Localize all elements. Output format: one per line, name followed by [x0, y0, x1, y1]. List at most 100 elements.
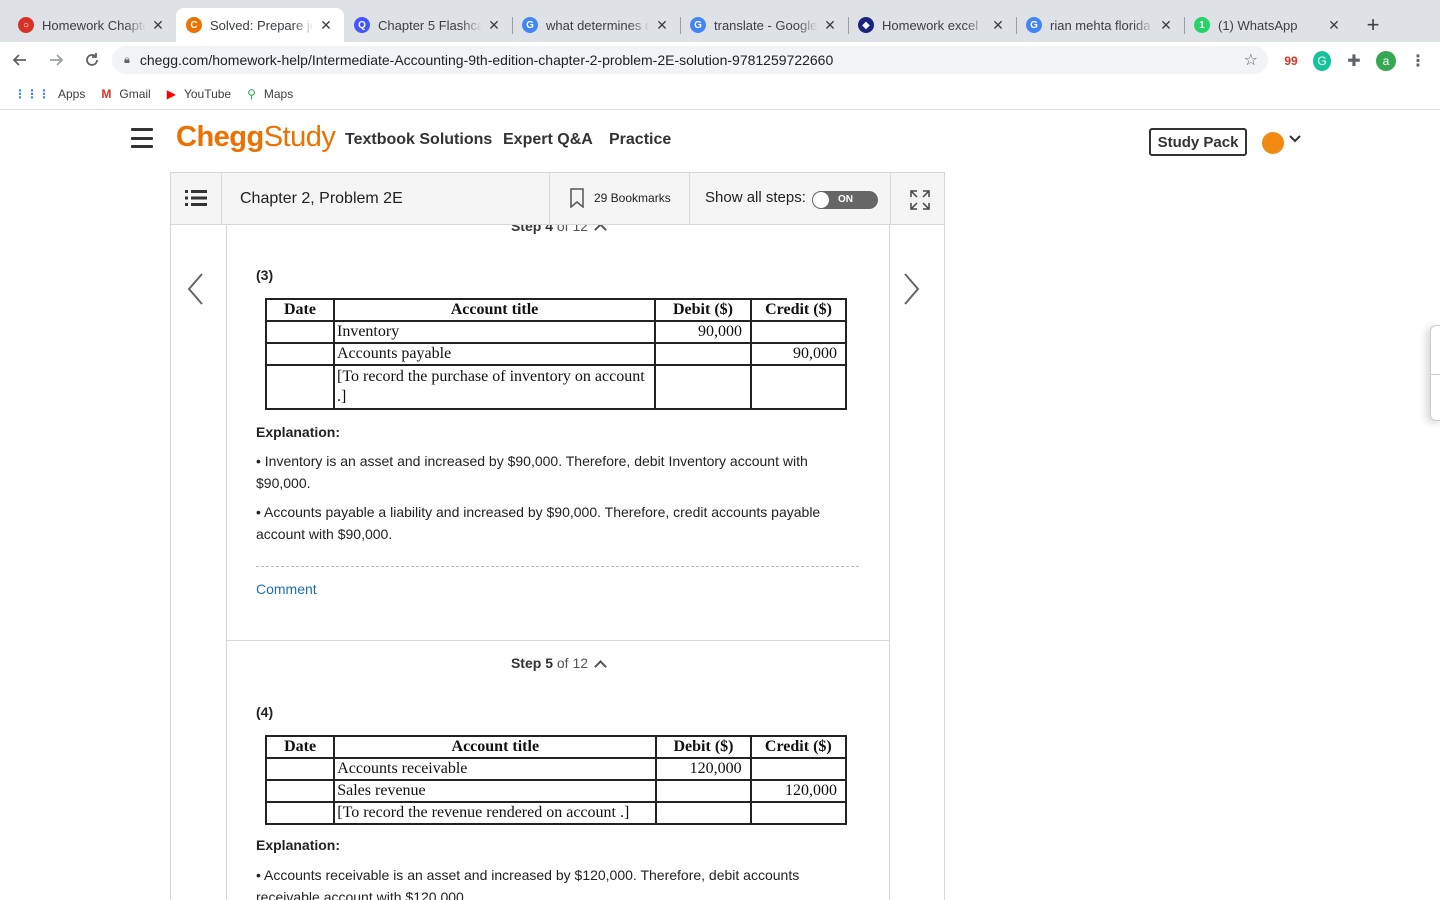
browser-tab[interactable]: Q Chapter 5 Flashcards✕ — [344, 8, 512, 42]
bookmark-apps[interactable]: ⋮⋮⋮ Apps — [14, 87, 85, 101]
tab-close-icon[interactable]: ✕ — [1326, 17, 1342, 34]
tab-close-icon[interactable]: ✕ — [654, 17, 670, 34]
tab-close-icon[interactable]: ✕ — [318, 17, 334, 34]
explanation-bullet: • Inventory is an asset and increased by… — [256, 453, 808, 491]
tab-title: rian mehta florida — [1050, 17, 1151, 33]
tab-close-icon[interactable]: ✕ — [822, 17, 838, 34]
previous-step-arrow-icon[interactable] — [186, 272, 206, 306]
step-4-header[interactable]: Step 4 of 12 — [227, 225, 889, 236]
tab-title: translate - Google — [714, 17, 818, 33]
bookmark-gmail[interactable]: M Gmail — [101, 87, 150, 101]
back-button[interactable] — [4, 44, 36, 76]
journal-table-part-3: Date Account title Debit ($) Credit ($) … — [265, 298, 847, 410]
tab-favicon-icon: G — [1026, 17, 1042, 33]
tab-close-icon[interactable]: ✕ — [990, 17, 1006, 34]
chegg-study-logo[interactable]: CheggStudy — [176, 121, 336, 154]
comment-link[interactable]: Comment — [256, 581, 317, 597]
tab-title: Homework excel — [882, 17, 979, 33]
profile-avatar[interactable]: a — [1376, 51, 1396, 71]
show-all-steps-label: Show all steps: — [705, 189, 806, 206]
step-5-header[interactable]: Step 5 of 12 — [227, 655, 889, 673]
maps-icon: ⚲ — [247, 86, 256, 101]
col-account-title: Account title — [333, 735, 658, 759]
browser-tab-strip: ○Homework Chapter✕ C Solved: Prepare journ… — [0, 0, 1440, 42]
bookmark-youtube[interactable]: ▶ YouTube — [167, 87, 231, 101]
cell-account: Accounts payable — [333, 342, 656, 366]
step-5-label: Step 5 — [510, 655, 553, 671]
tab-close-icon[interactable]: ✕ — [150, 17, 166, 34]
menu-kebab-icon[interactable]: ⋮ — [1410, 51, 1426, 71]
tab-close-icon[interactable]: ✕ — [486, 17, 502, 34]
bookmark-label: Apps — [58, 86, 86, 101]
bookmarks-button[interactable]: 29 Bookmarks — [570, 188, 671, 208]
cell-credit — [750, 364, 847, 410]
puzzle-icon[interactable]: ✚ — [1345, 51, 1363, 71]
grammarly-icon[interactable]: G — [1313, 51, 1331, 71]
new-tab-button[interactable]: + — [1356, 8, 1390, 42]
apps-icon: ⋮⋮⋮ — [14, 86, 50, 101]
tab-favicon-icon: C — [186, 17, 202, 33]
youtube-icon: ▶ — [166, 86, 176, 101]
hamburger-menu-icon[interactable] — [131, 128, 153, 148]
step-4-label: Step 4 — [510, 225, 553, 234]
col-credit: Credit ($) — [750, 298, 847, 322]
bookmarks-bar: ⋮⋮⋮ Apps M Gmail ▶ YouTube ⚲ Maps — [0, 78, 1440, 110]
list-icon[interactable] — [185, 189, 207, 207]
frame-border-right — [944, 225, 945, 900]
browser-tab[interactable]: ◆ Homework excel ✕ — [848, 8, 1016, 42]
tab-title: Solved: Prepare journal — [210, 17, 314, 33]
table-row: Sales revenue 120,000 — [264, 779, 848, 803]
browser-tab[interactable]: Grian mehta florida ✕ — [1016, 8, 1184, 42]
col-date: Date — [264, 735, 336, 759]
bookmark-maps[interactable]: ⚲ Maps — [247, 87, 293, 101]
user-avatar[interactable] — [1262, 132, 1284, 154]
browser-tab[interactable]: C Solved: Prepare journal✕ — [176, 8, 344, 42]
logo-chegg: Chegg — [176, 121, 264, 153]
cell-date — [264, 757, 336, 781]
table-row: [To record the purchase of inventory on … — [265, 364, 847, 410]
step-divider — [227, 640, 889, 641]
side-panel-tab[interactable] — [1430, 325, 1440, 421]
logo-study: Study — [263, 121, 336, 153]
show-all-steps-toggle[interactable]: ON — [812, 191, 878, 209]
browser-tab[interactable]: Gtranslate - Google ✕ — [680, 8, 848, 42]
bookmark-label: YouTube — [183, 86, 232, 101]
tab-title: Chapter 5 Flashcards — [378, 17, 482, 33]
tab-close-icon[interactable]: ✕ — [1158, 17, 1174, 34]
cell-credit: 90,000 — [750, 342, 847, 366]
browser-tab[interactable]: 1 (1) WhatsApp ✕ — [1184, 8, 1352, 42]
cell-credit — [750, 320, 847, 344]
url-text: chegg.com/homework-help/Intermediate-Acc… — [139, 52, 834, 68]
step-4-total: of 12 — [556, 225, 589, 234]
cell-account: Sales revenue — [333, 779, 658, 803]
explanation-bullet: • Accounts payable a liability and incre… — [256, 504, 821, 542]
solution-content: Step 4 of 12 (3) Date Account title Debi… — [227, 225, 889, 900]
col-credit: Credit ($) — [749, 735, 848, 759]
browser-tab[interactable]: ○ Homework Chapter ✕ — [8, 8, 176, 42]
gmail-icon: M — [101, 86, 112, 101]
cell-debit: 120,000 — [655, 757, 752, 781]
study-pack-button[interactable]: Study Pack — [1149, 128, 1247, 156]
site-header: CheggStudy Textbook Solutions Expert Q&A… — [0, 111, 1440, 171]
bookmark-star-icon[interactable]: ☆ — [1244, 50, 1258, 70]
step-5-total: of 12 — [556, 655, 589, 671]
bookmarks-count: 29 Bookmarks — [594, 191, 671, 205]
nav-expert-qa[interactable]: Expert Q&A — [503, 131, 593, 149]
explanation-title: Explanation: — [256, 424, 341, 440]
browser-toolbar: 🔒︎ chegg.com/homework-help/Intermediate-… — [0, 42, 1440, 78]
chevron-down-icon[interactable] — [1289, 131, 1301, 147]
nav-textbook-solutions[interactable]: Textbook Solutions — [345, 131, 492, 149]
extension-icon[interactable]: 99 — [1282, 51, 1300, 71]
col-account-title: Account title — [333, 298, 656, 322]
address-bar[interactable]: 🔒︎ chegg.com/homework-help/Intermediate-… — [112, 46, 1268, 74]
cell-debit — [655, 801, 752, 825]
browser-tab[interactable]: Gwhat determines d ✕ — [512, 8, 680, 42]
explanation-title: Explanation: — [256, 837, 341, 853]
nav-practice[interactable]: Practice — [609, 131, 671, 149]
next-step-arrow-icon[interactable] — [901, 272, 921, 306]
cell-date — [264, 801, 336, 825]
reload-button[interactable] — [76, 44, 108, 76]
expand-icon[interactable] — [909, 189, 931, 211]
tab-title: what determines d — [546, 17, 650, 33]
forward-button[interactable] — [40, 44, 72, 76]
